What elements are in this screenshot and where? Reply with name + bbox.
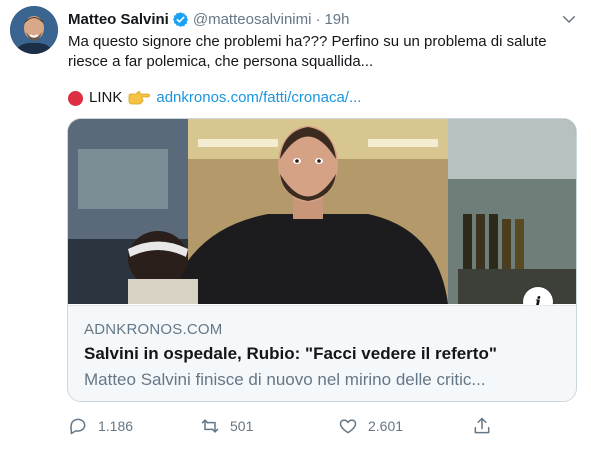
action-bar: 1.186 501 2.601 [68, 416, 568, 440]
card-domain: ADNKRONOS.COM [84, 321, 223, 338]
chevron-down-icon[interactable] [560, 10, 578, 28]
author-handle[interactable]: @matteosalvinimi [193, 11, 312, 28]
card-title: Salvini in ospedale, Rubio: "Facci veder… [84, 344, 497, 363]
like-icon [339, 419, 357, 434]
reply-icon [70, 418, 86, 435]
tweet-text-line: Ma questo signore che problemi ha??? Per… [68, 33, 547, 50]
like-button[interactable]: 2.601 [338, 416, 403, 436]
pointing-hand-icon [128, 91, 151, 105]
link-label: LINK [89, 89, 123, 106]
share-button[interactable] [472, 416, 502, 436]
red-circle-icon [68, 90, 83, 106]
tweet-header: Matteo Salvini @matteosalvinimi · 19h [68, 8, 578, 30]
tweet-text-line: riesce a far polemica, che persona squal… [68, 53, 374, 70]
verified-badge-icon [172, 11, 189, 27]
link-card[interactable]: i ADNKRONOS.COM Salvini in ospedale, Rub… [67, 118, 577, 402]
tweet-link[interactable]: adnkronos.com/fatti/cronaca/... [156, 88, 361, 108]
like-count: 2.601 [368, 418, 404, 434]
share-icon [474, 417, 490, 434]
card-image[interactable] [68, 119, 576, 304]
tweet-text: Ma questo signore che problemi ha??? Per… [68, 32, 573, 72]
card-photo [68, 119, 576, 304]
reply-count: 1.186 [98, 418, 134, 434]
retweet-count: 501 [230, 418, 254, 434]
avatar-photo [10, 6, 58, 54]
author-name[interactable]: Matteo Salvini [68, 11, 169, 28]
retweet-button[interactable]: 501 [200, 416, 253, 436]
timestamp[interactable]: 19h [324, 11, 349, 28]
card-description: Matteo Salvini finisce di nuovo nel miri… [84, 370, 486, 389]
avatar[interactable] [10, 6, 58, 54]
tweet: Matteo Salvini @matteosalvinimi · 19h Ma… [0, 0, 591, 449]
separator-dot: · [315, 10, 321, 28]
reply-button[interactable]: 1.186 [68, 416, 133, 436]
link-line: LINK adnkronos.com/fatti/cronaca/... [68, 88, 361, 108]
retweet-icon [201, 419, 219, 433]
card-body[interactable]: ADNKRONOS.COM Salvini in ospedale, Rubio… [68, 305, 576, 401]
